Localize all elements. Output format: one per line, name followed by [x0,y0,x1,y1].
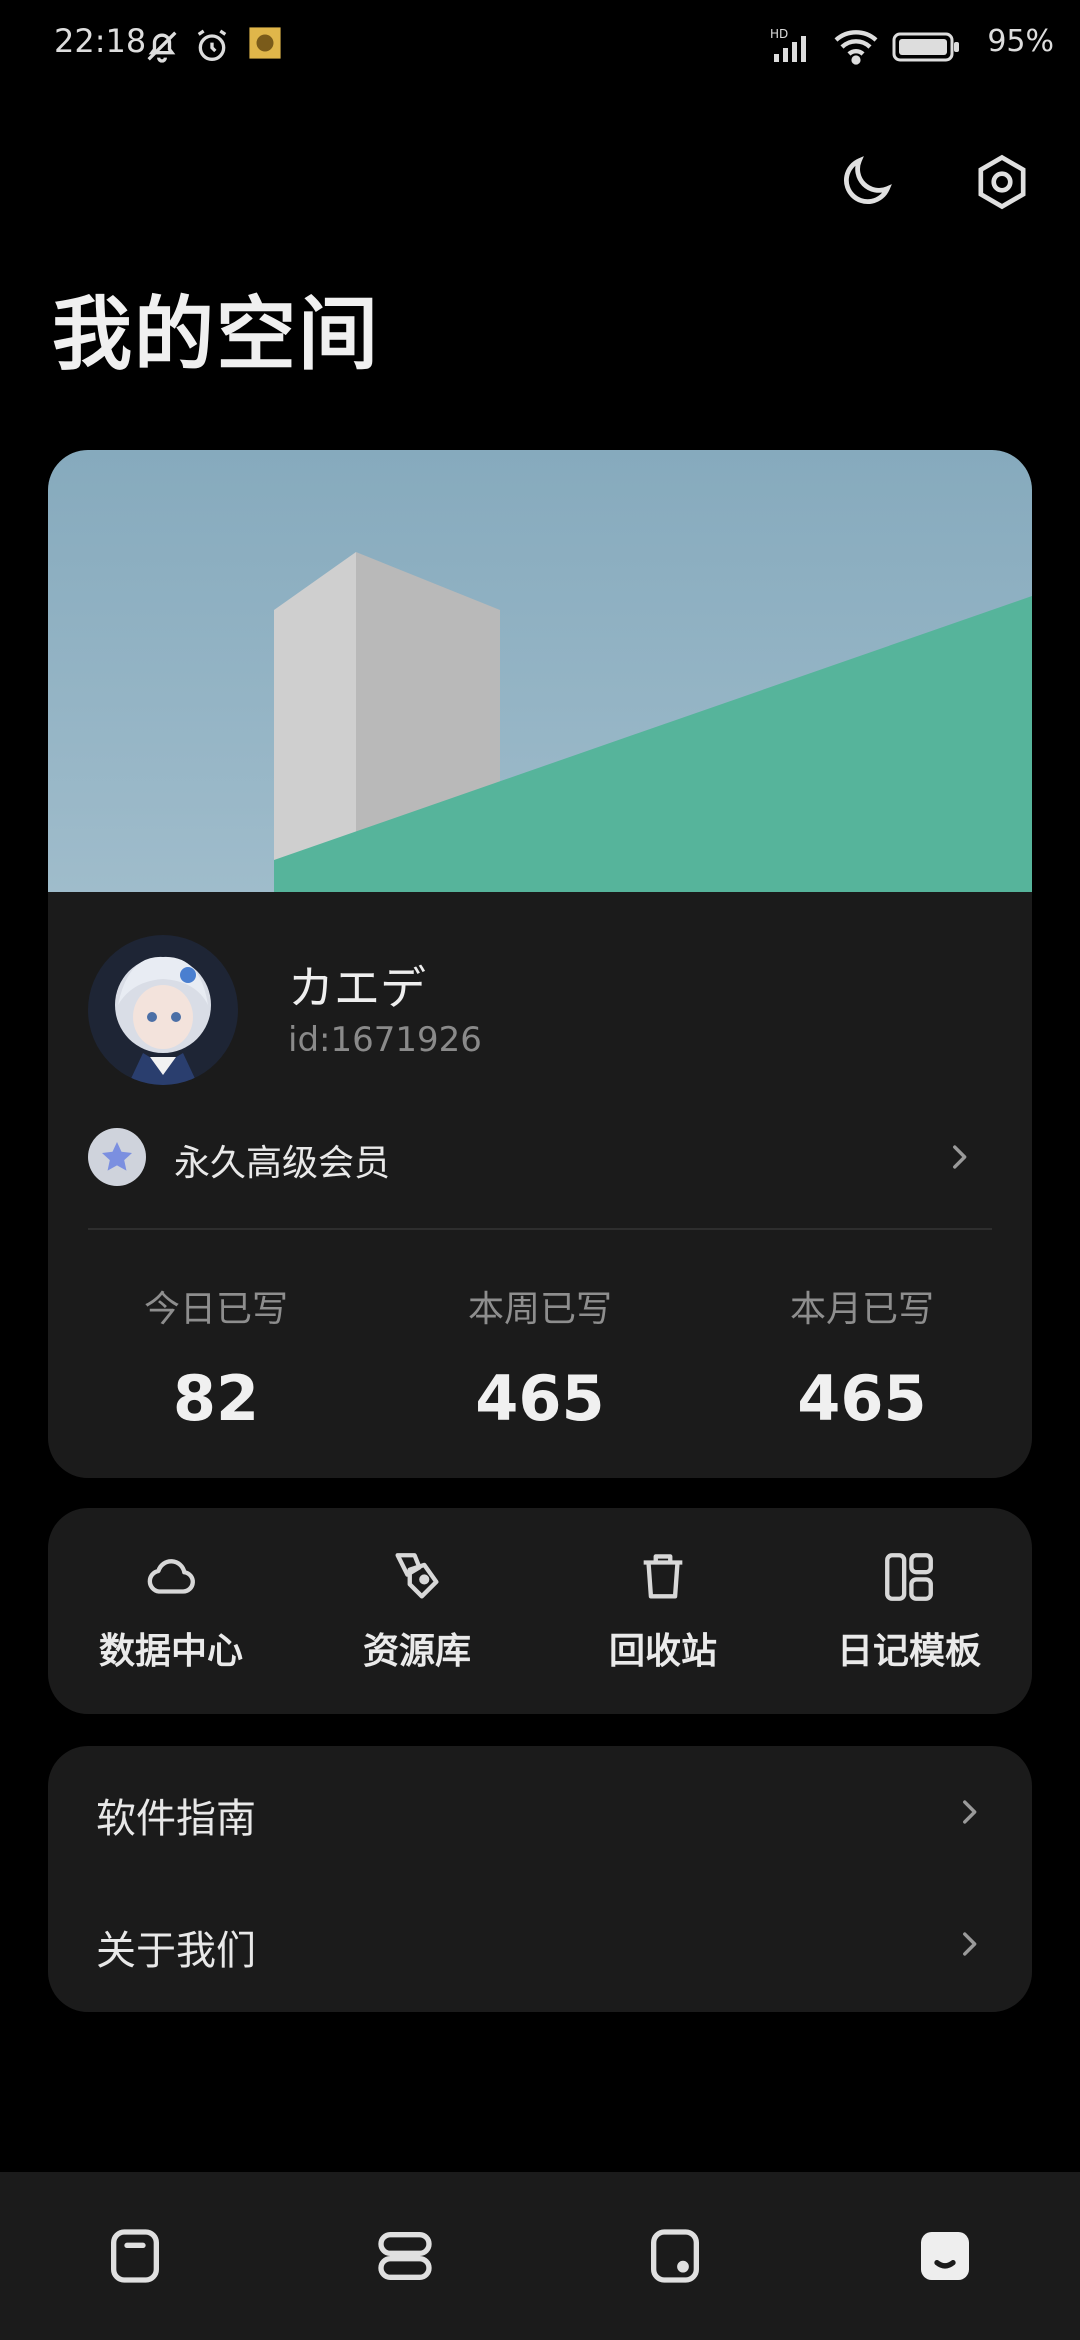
battery-percent: 95% [987,24,1054,59]
night-mode-button[interactable] [826,142,906,222]
chevron-right-icon [936,1911,1002,1977]
alarm-icon [192,26,232,70]
moon-icon [844,156,892,204]
chevron-right-icon [926,1124,992,1190]
battery-icon [892,26,962,70]
menu-item-software-guide[interactable]: 软件指南 [48,1746,1032,1878]
tool-label: 回收站 [608,1631,717,1672]
menu-item-label: 软件指南 [96,1796,256,1842]
tool-diary-template[interactable]: 日记模板 [786,1508,1032,1714]
status-time: 22:18 [54,22,147,60]
status-bar: 22:18 HD 95% [0,0,1080,96]
profile-banner-image[interactable] [48,450,1032,892]
tool-data-center[interactable]: 数据中心 [48,1508,294,1714]
hd-signal-icon: HD [768,26,820,70]
note-icon [111,2229,159,2283]
tool-label: 数据中心 [98,1631,243,1672]
stat-month: 本月已写 465 [712,1280,1012,1435]
bottom-nav [0,2172,1080,2340]
profile-face-icon [921,2232,969,2280]
menu-item-about-us[interactable]: 关于我们 [48,1878,1032,2010]
menu-item-label: 关于我们 [96,1928,256,1974]
divider [88,1228,992,1230]
user-id: id:1671926 [288,1020,482,1060]
stat-value: 465 [475,1362,605,1435]
nav-list[interactable] [270,2172,540,2340]
stat-value: 465 [797,1362,927,1435]
nav-notes[interactable] [0,2172,270,2340]
app-notification-icon [248,26,282,64]
stat-value: 82 [172,1362,260,1435]
membership-label: 永久高级会员 [174,1143,391,1184]
square-icon [651,2229,699,2283]
profile-card: カエデ id:1671926 永久高级会员 今日已写 82 本周已写 465 本… [48,450,1032,1478]
wifi-icon [832,26,880,70]
nav-square[interactable] [540,2172,810,2340]
tool-recycle-bin[interactable]: 回收站 [540,1508,786,1714]
cloud-icon [147,1559,195,1594]
username: カエデ [288,961,426,1015]
nav-profile[interactable] [810,2172,1080,2340]
stat-week: 本周已写 465 [390,1280,690,1435]
membership-badge-icon [88,1128,146,1186]
stat-label: 本月已写 [789,1289,934,1330]
menu-card: 软件指南 关于我们 [48,1746,1032,2012]
svg-text:HD: HD [770,27,788,41]
tool-label: 日记模板 [836,1631,981,1672]
tool-resource-library[interactable]: 资源库 [294,1508,540,1714]
membership-row[interactable]: 永久高级会员 [88,1122,992,1192]
tools-card: 数据中心 资源库 回收站 日记模板 [48,1508,1032,1714]
stat-today: 今日已写 82 [66,1280,366,1435]
settings-icon [978,154,1026,210]
page-title: 我的空间 [52,288,380,381]
tool-label: 资源库 [362,1631,471,1672]
chevron-right-icon [936,1779,1002,1845]
bell-off-icon [142,26,182,70]
stat-label: 本周已写 [467,1289,612,1330]
trash-icon [643,1554,683,1599]
stat-label: 今日已写 [143,1289,288,1330]
settings-button[interactable] [962,142,1042,222]
list-icon [378,2232,432,2280]
avatar[interactable] [88,935,238,1085]
template-grid-icon [885,1553,933,1601]
tag-icon [395,1553,439,1599]
